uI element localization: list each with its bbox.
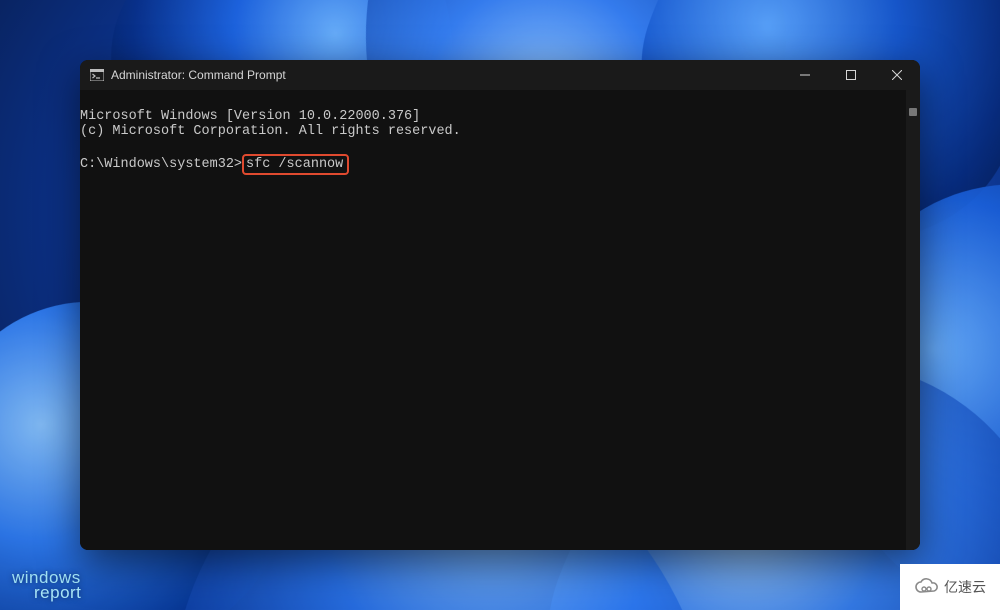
- window-title: Administrator: Command Prompt: [111, 68, 286, 82]
- command-highlight: sfc /scannow: [242, 154, 349, 175]
- terminal-body[interactable]: Microsoft Windows [Version 10.0.22000.37…: [80, 90, 920, 550]
- maximize-button[interactable]: [828, 60, 874, 90]
- typed-command: sfc /scannow: [246, 157, 343, 172]
- scrollbar[interactable]: [906, 90, 920, 550]
- prompt-path: C:\Windows\system32>: [80, 157, 242, 172]
- yisu-text: 亿速云: [944, 577, 986, 597]
- cloud-icon: [914, 578, 940, 596]
- terminal-prompt-line: C:\Windows\system32> sfc /scannow: [80, 157, 349, 172]
- scrollbar-thumb[interactable]: [909, 108, 917, 116]
- titlebar[interactable]: Administrator: Command Prompt: [80, 60, 920, 90]
- minimize-button[interactable]: [782, 60, 828, 90]
- watermark-line2: report: [12, 586, 81, 600]
- cmd-icon: [90, 69, 104, 81]
- yisu-cloud-badge: 亿速云: [900, 564, 1000, 610]
- terminal-line: Microsoft Windows [Version 10.0.22000.37…: [80, 109, 420, 124]
- terminal-line: (c) Microsoft Corporation. All rights re…: [80, 124, 461, 139]
- command-prompt-window[interactable]: Administrator: Command Prompt Microsoft …: [80, 60, 920, 550]
- close-button[interactable]: [874, 60, 920, 90]
- maximize-icon: [846, 70, 856, 80]
- close-icon: [892, 70, 902, 80]
- minimize-icon: [800, 70, 810, 80]
- windows-report-watermark: windows report: [12, 571, 81, 600]
